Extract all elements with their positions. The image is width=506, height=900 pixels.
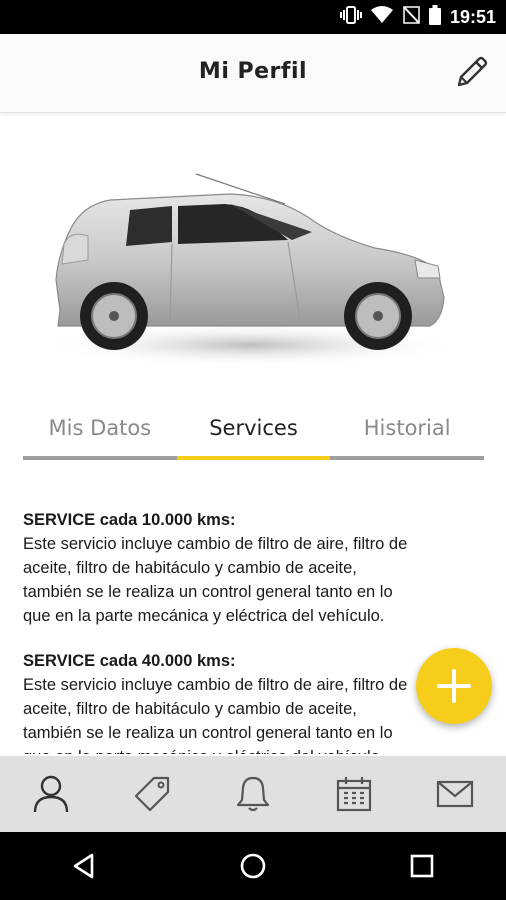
car-image bbox=[30, 160, 470, 390]
tag-icon bbox=[134, 776, 169, 812]
plus-icon bbox=[437, 669, 471, 703]
service-line: aceite, filtro de habitáculo y cambio de… bbox=[23, 559, 357, 577]
service-line: Este servicio incluye cambio de filtro d… bbox=[23, 535, 408, 553]
nav-calendar-button[interactable] bbox=[304, 756, 405, 832]
system-nav-bar bbox=[0, 832, 506, 900]
status-bar: 19:51 bbox=[0, 0, 506, 34]
no-sim-icon bbox=[402, 6, 420, 28]
edit-pencil-icon bbox=[457, 56, 488, 87]
service-line: Este servicio incluye cambio de filtro d… bbox=[23, 676, 408, 694]
bottom-nav bbox=[0, 756, 506, 832]
services-content: SERVICE cada 10.000 kms: Este servicio i… bbox=[23, 508, 483, 754]
nav-offers-button[interactable] bbox=[101, 756, 202, 832]
tab-services[interactable]: Services bbox=[177, 400, 331, 462]
system-recents-button[interactable] bbox=[337, 832, 506, 900]
service-line: que en la parte mecánica y eléctrica del… bbox=[23, 607, 385, 625]
service-line: también se le realiza un control general… bbox=[23, 583, 393, 601]
profile-tabs: Mis Datos Services Historial bbox=[23, 400, 484, 462]
home-icon bbox=[240, 853, 266, 879]
system-home-button[interactable] bbox=[169, 832, 338, 900]
service-title: SERVICE cada 10.000 kms: bbox=[23, 511, 236, 529]
service-line: aceite, filtro de habitáculo y cambio de… bbox=[23, 700, 357, 718]
service-line: también se le realiza un control general… bbox=[23, 724, 393, 742]
status-time: 19:51 bbox=[449, 6, 496, 27]
wifi-icon bbox=[370, 6, 393, 28]
recents-icon bbox=[410, 854, 433, 878]
tab-underline bbox=[23, 456, 484, 460]
nav-notifications-button[interactable] bbox=[202, 756, 303, 832]
edit-button[interactable] bbox=[452, 52, 492, 92]
add-fab-button[interactable] bbox=[416, 648, 492, 724]
battery-icon bbox=[428, 5, 441, 29]
bell-icon bbox=[236, 776, 270, 812]
mail-icon bbox=[437, 780, 474, 808]
calendar-icon bbox=[337, 777, 372, 812]
nav-profile-button[interactable] bbox=[0, 756, 101, 832]
service-title: SERVICE cada 40.000 kms: bbox=[23, 652, 236, 670]
status-icons: 19:51 bbox=[339, 0, 496, 34]
tab-historial[interactable]: Historial bbox=[330, 400, 484, 462]
service-block: SERVICE cada 40.000 kms: Este servicio i… bbox=[23, 649, 483, 754]
service-block: SERVICE cada 10.000 kms: Este servicio i… bbox=[23, 508, 483, 628]
nav-messages-button[interactable] bbox=[405, 756, 506, 832]
active-tab-indicator bbox=[177, 456, 330, 460]
service-line: que en la parte mecánica y eléctrica del… bbox=[23, 745, 483, 754]
app-bar: Mi Perfil bbox=[0, 34, 506, 113]
tab-mis-datos[interactable]: Mis Datos bbox=[23, 400, 177, 462]
system-back-button[interactable] bbox=[0, 832, 169, 900]
page-title: Mi Perfil bbox=[198, 59, 308, 84]
back-icon bbox=[74, 853, 94, 879]
vibrate-icon bbox=[339, 5, 362, 29]
profile-icon bbox=[33, 775, 68, 813]
